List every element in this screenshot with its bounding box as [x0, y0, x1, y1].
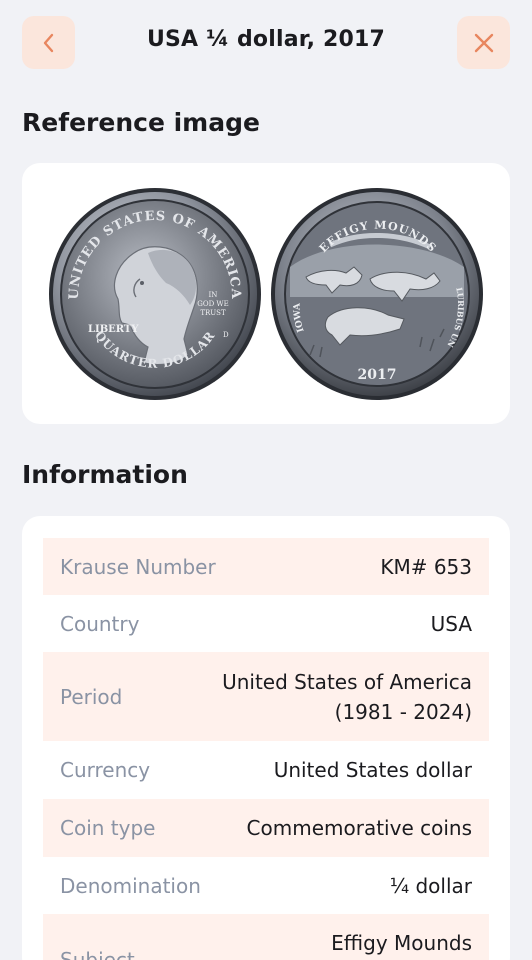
info-value: United States dollar: [273, 758, 472, 782]
chevron-left-icon: [43, 33, 53, 52]
info-label: Country: [60, 611, 140, 636]
info-value-line-1: United States of America: [222, 669, 472, 694]
info-label: Coin type: [60, 816, 156, 840]
info-value: United States of America (1981 - 2024): [222, 667, 472, 727]
information-heading: Information: [22, 460, 188, 489]
motto-line-1: IN: [209, 291, 218, 299]
motto-line-3: TRUST: [200, 309, 226, 317]
coin-reverse-image[interactable]: EFFIGY MOUNDS IOWA E PLURIBUS UNUM 2017: [270, 187, 484, 401]
info-row-denomination: Denomination ¼ dollar: [43, 857, 489, 914]
info-value: Effigy Mounds: [331, 931, 472, 955]
info-label: Krause Number: [60, 554, 216, 579]
info-row-country: Country USA: [43, 595, 489, 652]
info-row-period: Period United States of America (1981 - …: [43, 652, 489, 741]
info-label: Currency: [60, 758, 151, 782]
motto-line-2: GOD WE: [197, 300, 228, 308]
close-icon: [474, 33, 493, 52]
info-row-krause-number: Krause Number KM# 653: [43, 538, 489, 595]
info-value: ¼ dollar: [389, 873, 472, 898]
reverse-year: 2017: [358, 367, 397, 383]
top-bar: USA ¼ dollar, 2017: [0, 0, 532, 88]
info-value: USA: [430, 611, 472, 636]
info-row-currency: Currency United States dollar: [43, 741, 489, 799]
liberty-inscription: LIBERTY: [88, 324, 139, 335]
info-label: Subject: [60, 948, 135, 960]
info-value: KM# 653: [380, 554, 472, 579]
reference-image-card: UNITED STATES OF AMERICA QUARTER DOLLAR …: [22, 163, 510, 424]
reference-image-heading: Reference image: [22, 108, 260, 137]
back-button[interactable]: [22, 16, 75, 69]
info-label: Denomination: [60, 873, 201, 898]
info-label: Period: [60, 684, 123, 709]
info-value-line-2: (1981 - 2024): [334, 699, 472, 724]
coin-obverse-image[interactable]: UNITED STATES OF AMERICA QUARTER DOLLAR …: [48, 187, 262, 401]
info-value: Commemorative coins: [246, 816, 472, 840]
info-row-subject: Subject Effigy Mounds: [43, 914, 489, 960]
information-card: Krause Number KM# 653 Country USA Period…: [22, 516, 510, 960]
page-title: USA ¼ dollar, 2017: [146, 27, 386, 52]
mint-mark: D: [223, 331, 229, 339]
info-row-coin-type: Coin type Commemorative coins: [43, 799, 489, 857]
close-button[interactable]: [457, 16, 510, 69]
